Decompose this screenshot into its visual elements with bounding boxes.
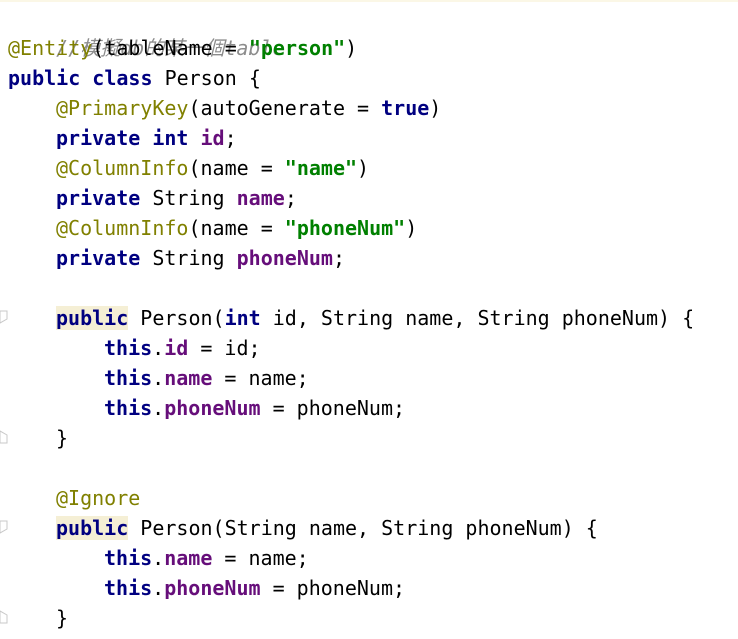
fold-close-icon[interactable] [0, 430, 8, 444]
field-id: id [164, 336, 189, 360]
keyword-private: private [56, 126, 141, 150]
fold-open-icon[interactable] [0, 310, 8, 324]
semicolon: ; [224, 126, 237, 150]
keyword-private: private [56, 186, 141, 210]
pk-args: (autoGenerate = [188, 96, 382, 120]
close-paren: ) [405, 216, 418, 240]
type-string: String [152, 186, 225, 210]
columninfo-name-string: "name" [284, 156, 358, 180]
columninfo-phone-string: "phoneNum" [284, 216, 406, 240]
code-line-class-decl: public class Person { [8, 63, 261, 93]
columninfo-args: (name = [188, 156, 285, 180]
dot: . [152, 546, 165, 570]
ctor1-name: Person( [128, 306, 225, 330]
entity-table-string: "person" [248, 36, 346, 60]
pk-args-close: ) [429, 96, 442, 120]
keyword-public: public [8, 66, 81, 90]
columninfo-annotation: @ColumnInfo [56, 216, 189, 240]
close-brace: } [56, 426, 69, 450]
assign-name: = name; [212, 366, 309, 390]
entity-annotation: @Entity [8, 36, 93, 60]
field-id: id [200, 126, 225, 150]
ctor2-signature: Person(String name, String phoneNum) { [128, 516, 598, 540]
editor-top-strip [0, 0, 738, 2]
type-string: String [152, 246, 225, 270]
keyword-class: class [92, 66, 153, 90]
code-line-close-ctor2: } [56, 603, 68, 633]
assign-id: = id; [188, 336, 261, 360]
close-paren: ) [357, 156, 370, 180]
assign-phone: = phoneNum; [260, 576, 406, 600]
code-editor[interactable]: //模擬db的某一個table @Entity(tableName = "per… [0, 0, 738, 639]
field-name: name [236, 186, 285, 210]
primarykey-annotation: @PrimaryKey [56, 96, 189, 120]
dot: . [152, 366, 165, 390]
dot: . [152, 576, 165, 600]
code-line-field-id: private int id; [56, 123, 237, 153]
class-name: Person { [164, 66, 261, 90]
entity-args: (tableName = [92, 36, 249, 60]
keyword-public-highlighted: public [56, 516, 129, 540]
field-phonenum: phoneNum [164, 576, 261, 600]
code-line-columninfo-name: @ColumnInfo(name = "name") [56, 153, 369, 183]
code-line-primary-key: @PrimaryKey(autoGenerate = true) [56, 93, 441, 123]
code-line-assign-phone-2: this.phoneNum = phoneNum; [104, 573, 405, 603]
field-phonenum: phoneNum [236, 246, 333, 270]
code-line-assign-name: this.name = name; [104, 363, 309, 393]
keyword-this: this [104, 366, 153, 390]
code-line-ctor2: public Person(String name, String phoneN… [56, 513, 598, 543]
code-line-assign-id: this.id = id; [104, 333, 261, 363]
fold-close-icon[interactable] [0, 610, 8, 624]
code-line-field-name: private String name; [56, 183, 297, 213]
dot: . [152, 336, 165, 360]
keyword-int: int [224, 306, 261, 330]
code-line-ignore: @Ignore [56, 483, 140, 513]
keyword-this: this [104, 576, 153, 600]
field-name: name [164, 546, 213, 570]
entity-args-close: ) [345, 36, 358, 60]
semicolon: ; [332, 246, 346, 270]
columninfo-args: (name = [188, 216, 285, 240]
ignore-annotation: @Ignore [56, 486, 141, 510]
code-line-columninfo-phone: @ColumnInfo(name = "phoneNum") [56, 213, 417, 243]
dot: . [152, 396, 165, 420]
columninfo-annotation: @ColumnInfo [56, 156, 189, 180]
keyword-this: this [104, 546, 153, 570]
keyword-public-highlighted: public [56, 306, 129, 330]
keyword-true: true [381, 96, 430, 120]
code-line-entity: @Entity(tableName = "person") [8, 33, 357, 63]
close-brace: } [56, 606, 69, 630]
code-line-ctor1: public Person(int id, String name, Strin… [56, 303, 694, 333]
semicolon: ; [284, 186, 297, 210]
code-line-close-ctor1: } [56, 423, 68, 453]
code-line-assign-phone: this.phoneNum = phoneNum; [104, 393, 405, 423]
keyword-int: int [152, 126, 189, 150]
keyword-this: this [104, 336, 153, 360]
ctor1-params: id, String name, String phoneNum) { [260, 306, 695, 330]
field-phonenum: phoneNum [164, 396, 261, 420]
field-name: name [164, 366, 213, 390]
keyword-this: this [104, 396, 153, 420]
fold-open-icon[interactable] [0, 520, 8, 534]
keyword-private: private [56, 246, 141, 270]
code-line-assign-name-2: this.name = name; [104, 543, 309, 573]
assign-phone: = phoneNum; [260, 396, 406, 420]
code-line-field-phone: private String phoneNum; [56, 243, 345, 273]
code-line-comment: //模擬db的某一個table [8, 3, 284, 60]
assign-name: = name; [212, 546, 309, 570]
